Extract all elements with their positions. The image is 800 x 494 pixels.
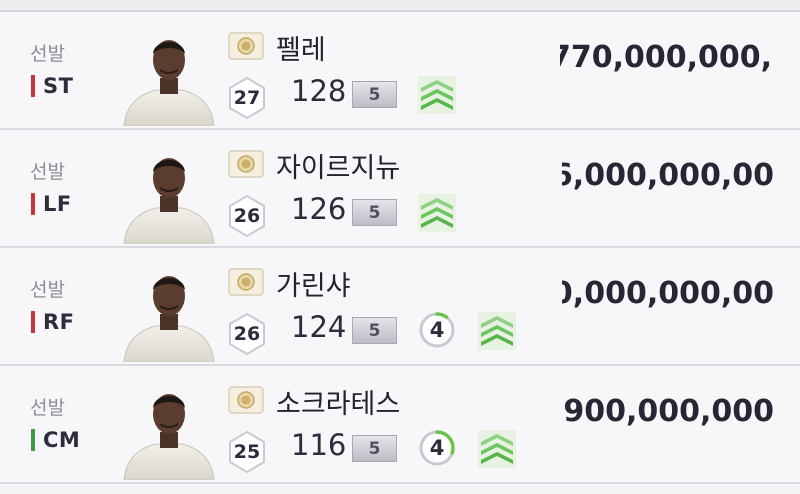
enhancement-level-badge: 5 xyxy=(352,317,397,344)
position-color-bar xyxy=(31,429,35,451)
player-portrait[interactable] xyxy=(118,380,220,481)
player-price: 95,900,000,000 xyxy=(562,394,774,429)
player-price: 360,000,000,00 xyxy=(562,276,774,311)
player-portrait[interactable] xyxy=(118,262,220,363)
player-silhouette-icon xyxy=(123,394,215,481)
overall-badge: 27 xyxy=(228,76,266,120)
player-silhouette-icon xyxy=(123,40,215,127)
top-bar xyxy=(0,0,800,12)
position-label: ST xyxy=(31,74,73,98)
chevrons-up-icon xyxy=(478,312,516,350)
chemistry-value: 4 xyxy=(429,436,445,460)
player-portrait[interactable] xyxy=(118,144,220,245)
chemistry-value: 4 xyxy=(429,318,445,342)
overall-badge: 26 xyxy=(228,312,266,356)
player-row[interactable]: 선발 LF 자이르지뉴 26 126 5 6,000,000,00 xyxy=(0,130,800,248)
overall-value: 26 xyxy=(233,323,261,345)
boost-arrows xyxy=(478,312,516,350)
player-name: 소크라테스 xyxy=(276,389,401,420)
overall-badge: 26 xyxy=(228,194,266,238)
player-ovr-value: 116 xyxy=(291,428,347,462)
player-portrait[interactable] xyxy=(118,26,220,127)
chevrons-up-icon xyxy=(418,194,456,232)
boost-arrows xyxy=(418,194,456,232)
lineup-status: 선발 xyxy=(30,43,65,65)
overall-value: 26 xyxy=(233,205,261,227)
player-silhouette-icon xyxy=(123,276,215,363)
position-color-bar xyxy=(31,75,35,97)
lineup-status: 선발 xyxy=(30,279,65,301)
position-color-bar xyxy=(31,193,35,215)
season-badge xyxy=(228,32,264,60)
position-text: RF xyxy=(43,310,75,334)
squad-list: 선발 ST 펠레 27 128 5 770,000,000, 선발 LF 자이르… xyxy=(0,12,800,484)
enhancement-level-badge: 5 xyxy=(352,435,397,462)
chemistry-ring: 4 xyxy=(418,429,456,467)
lineup-status: 선발 xyxy=(30,161,65,183)
icon-season-badge-icon xyxy=(228,268,264,296)
chemistry-ring: 4 xyxy=(418,311,456,349)
overall-value: 27 xyxy=(233,87,261,109)
season-badge xyxy=(228,150,264,178)
player-price: 466,000,000,00 xyxy=(562,158,774,193)
season-badge xyxy=(228,386,264,414)
enhancement-level-badge: 5 xyxy=(352,81,397,108)
player-ovr-value: 124 xyxy=(291,310,347,344)
chevrons-up-icon xyxy=(418,76,456,114)
lineup-status: 선발 xyxy=(30,397,65,419)
player-row[interactable]: 선발 ST 펠레 27 128 5 770,000,000, xyxy=(0,12,800,130)
player-silhouette-icon xyxy=(123,158,215,245)
icon-season-badge-icon xyxy=(228,32,264,60)
season-badge xyxy=(228,268,264,296)
position-label: CM xyxy=(31,428,80,452)
overall-value: 25 xyxy=(233,441,261,463)
position-color-bar xyxy=(31,311,35,333)
chevrons-up-icon xyxy=(478,430,516,468)
player-row[interactable]: 선발 CM 소크라테스 25 116 5 4 900,000,000 xyxy=(0,366,800,484)
player-row[interactable]: 선발 RF 가린샤 26 124 5 4 0,000,000,00 xyxy=(0,248,800,366)
position-text: CM xyxy=(43,428,81,452)
overall-badge: 25 xyxy=(228,430,266,474)
icon-season-badge-icon xyxy=(228,150,264,178)
icon-season-badge-icon xyxy=(228,386,264,414)
boost-arrows xyxy=(418,76,456,114)
player-ovr-value: 126 xyxy=(291,192,347,226)
player-ovr-value: 128 xyxy=(291,74,347,108)
enhancement-level-badge: 5 xyxy=(352,199,397,226)
player-name: 자이르지뉴 xyxy=(276,153,401,184)
player-name: 펠레 xyxy=(276,35,326,66)
boost-arrows xyxy=(478,430,516,468)
position-label: LF xyxy=(31,192,72,216)
player-name: 가린샤 xyxy=(276,271,351,302)
player-price: 1,770,000,000, xyxy=(560,40,772,75)
position-text: LF xyxy=(43,192,72,216)
position-text: ST xyxy=(43,74,74,98)
position-label: RF xyxy=(31,310,75,334)
